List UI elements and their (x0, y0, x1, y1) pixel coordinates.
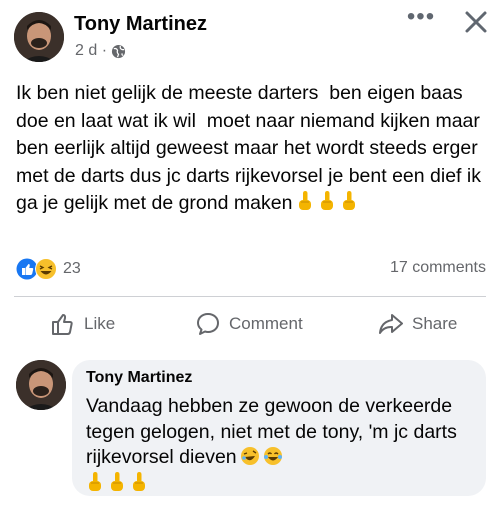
post-timestamp[interactable]: 2 d · (75, 42, 107, 60)
share-button[interactable]: Share (378, 308, 457, 340)
author-avatar[interactable] (14, 12, 64, 62)
divider (14, 296, 486, 297)
author-name[interactable]: Tony Martinez (74, 13, 207, 36)
reaction-count: 23 (63, 260, 81, 277)
comment-body: Vandaag hebben ze gewoon de verkeerde te… (86, 394, 482, 497)
comments-count-link[interactable]: 17 comments (390, 259, 486, 277)
comment-author-name[interactable]: Tony Martinez (86, 369, 192, 387)
more-horizontal-icon: ••• (406, 3, 436, 30)
close-icon (465, 11, 487, 33)
like-button[interactable]: Like (50, 308, 115, 340)
post-text: Ik ben niet gelijk de meeste darters ben… (16, 82, 487, 214)
comment-icon (197, 313, 219, 335)
middle-finger-emoji (111, 471, 123, 491)
middle-finger-emoji (133, 471, 145, 491)
more-options-button[interactable]: ••• (406, 5, 436, 32)
tears-of-joy-emoji (263, 447, 282, 465)
thumbs-up-icon (52, 314, 73, 335)
post-body: Ik ben niet gelijk de meeste darters ben… (16, 80, 492, 218)
close-button[interactable] (462, 8, 490, 36)
comment-button[interactable]: Comment (195, 308, 303, 340)
comment-label: Comment (229, 314, 303, 333)
middle-finger-emoji (299, 191, 312, 210)
post-meta: 2 d · (75, 42, 126, 60)
share-label: Share (412, 314, 458, 333)
comment-bubble: Tony Martinez Vandaag hebben ze gewoon d… (72, 360, 486, 496)
middle-finger-emoji (89, 471, 101, 491)
share-icon (379, 314, 403, 334)
middle-finger-emoji (321, 191, 334, 210)
globe-icon (111, 44, 126, 59)
haha-reaction-icon (35, 258, 57, 280)
middle-finger-emoji (343, 191, 356, 210)
like-label: Like (84, 314, 116, 333)
rolling-laughing-emoji (240, 447, 259, 465)
comment-author-avatar[interactable] (16, 360, 66, 410)
reactions-summary[interactable]: 23 (16, 258, 81, 280)
